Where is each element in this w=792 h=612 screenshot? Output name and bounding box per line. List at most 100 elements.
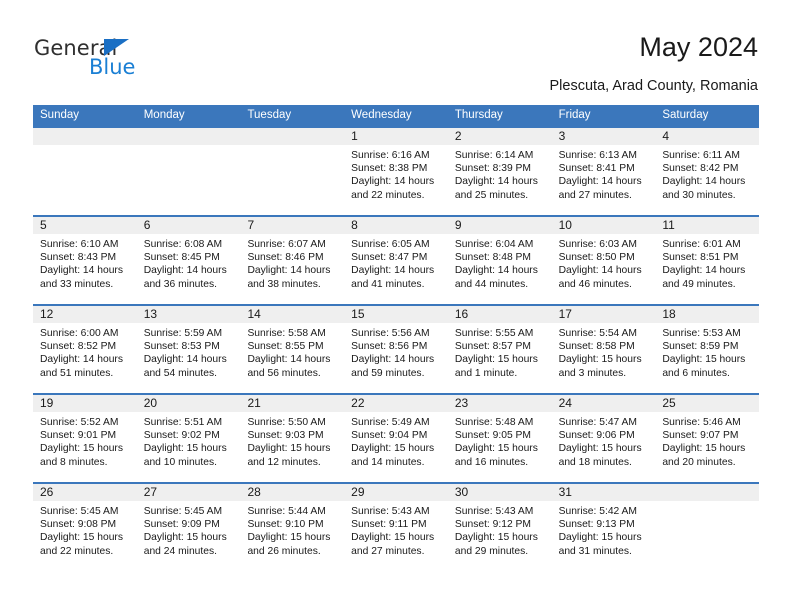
day-number: 4 (662, 129, 669, 143)
sunrise-text: Sunrise: 5:46 AM (662, 417, 741, 428)
logo-text-blue: Blue (89, 55, 136, 79)
day-number-band: 26 (33, 484, 137, 501)
daylight-text: Daylight: 14 hours and 56 minutes. (247, 354, 331, 379)
daylight-text: Daylight: 14 hours and 44 minutes. (454, 265, 538, 290)
calendar-day-cell[interactable]: 1 Sunrise: 6:16 AM Sunset: 8:38 PM Dayli… (344, 128, 448, 215)
day-number: 13 (143, 307, 158, 321)
calendar-day-cell[interactable]: 14 Sunrise: 5:58 AM Sunset: 8:55 PM Dayl… (240, 306, 345, 393)
calendar-day-cell[interactable]: 11 Sunrise: 6:01 AM Sunset: 8:51 PM Dayl… (655, 217, 760, 304)
calendar-day-cell[interactable]: 12 Sunrise: 6:00 AM Sunset: 8:52 PM Dayl… (33, 306, 137, 393)
calendar-day-cell[interactable]: 31 Sunrise: 5:42 AM Sunset: 9:13 PM Dayl… (551, 484, 656, 571)
day-details: Sunrise: 6:11 AM Sunset: 8:42 PM Dayligh… (655, 145, 759, 202)
sunrise-text: Sunrise: 5:52 AM (40, 417, 119, 428)
calendar-day-cell[interactable]: 7 Sunrise: 6:07 AM Sunset: 8:46 PM Dayli… (240, 217, 345, 304)
sunrise-text: Sunrise: 5:45 AM (40, 506, 119, 517)
day-number: 11 (662, 218, 675, 232)
sunset-text: Sunset: 9:08 PM (40, 519, 117, 531)
calendar-day-cell[interactable]: 18 Sunrise: 5:53 AM Sunset: 8:59 PM Dayl… (655, 306, 760, 393)
calendar-day-cell[interactable]: 27 Sunrise: 5:45 AM Sunset: 9:09 PM Dayl… (136, 484, 241, 571)
sunrise-text: Sunrise: 5:53 AM (662, 328, 741, 339)
day-details: Sunrise: 5:52 AM Sunset: 9:01 PM Dayligh… (33, 412, 137, 469)
calendar-day-cell[interactable]: 23 Sunrise: 5:48 AM Sunset: 9:05 PM Dayl… (447, 395, 552, 482)
sunset-text: Sunset: 9:10 PM (247, 519, 324, 531)
sunrise-text: Sunrise: 5:55 AM (454, 328, 534, 339)
sunrise-text: Sunrise: 5:56 AM (351, 328, 430, 339)
day-number: 19 (40, 396, 54, 410)
day-number: 1 (351, 129, 358, 143)
day-number: 3 (558, 129, 566, 143)
general-blue-logo[interactable]: General Blue (34, 36, 244, 88)
day-details: Sunrise: 5:59 AM Sunset: 8:53 PM Dayligh… (137, 323, 241, 380)
calendar-day-cell[interactable]: 22 Sunrise: 5:49 AM Sunset: 9:04 PM Dayl… (344, 395, 448, 482)
calendar-day-cell[interactable]: 24 Sunrise: 5:47 AM Sunset: 9:06 PM Dayl… (551, 395, 656, 482)
sunrise-text: Sunrise: 5:58 AM (247, 328, 326, 339)
calendar-day-cell[interactable]: 8 Sunrise: 6:05 AM Sunset: 8:47 PM Dayli… (344, 217, 448, 304)
sunset-text: Sunset: 8:45 PM (143, 252, 220, 264)
calendar-day-cell (240, 128, 345, 215)
sunrise-text: Sunrise: 6:05 AM (351, 239, 430, 250)
day-number-band: 16 (447, 306, 552, 323)
calendar-day-cell[interactable]: 16 Sunrise: 5:55 AM Sunset: 8:57 PM Dayl… (447, 306, 552, 393)
sunrise-text: Sunrise: 5:59 AM (143, 328, 223, 339)
calendar-day-cell[interactable]: 9 Sunrise: 6:04 AM Sunset: 8:48 PM Dayli… (447, 217, 552, 304)
day-number: 15 (351, 307, 365, 321)
day-number-band: 21 (240, 395, 345, 412)
calendar-day-cell[interactable]: 21 Sunrise: 5:50 AM Sunset: 9:03 PM Dayl… (240, 395, 345, 482)
calendar-day-cell[interactable]: 26 Sunrise: 5:45 AM Sunset: 9:08 PM Dayl… (33, 484, 137, 571)
sunrise-text: Sunrise: 6:16 AM (351, 150, 430, 161)
daylight-text: Daylight: 15 hours and 12 minutes. (247, 443, 331, 468)
calendar-week-row: 12 Sunrise: 6:00 AM Sunset: 8:52 PM Dayl… (33, 304, 760, 393)
calendar-day-cell[interactable]: 3 Sunrise: 6:13 AM Sunset: 8:41 PM Dayli… (551, 128, 656, 215)
day-details: Sunrise: 5:47 AM Sunset: 9:06 PM Dayligh… (552, 412, 656, 469)
day-number-band: 22 (344, 395, 448, 412)
calendar-day-cell[interactable]: 2 Sunrise: 6:14 AM Sunset: 8:39 PM Dayli… (447, 128, 552, 215)
sunrise-text: Sunrise: 5:45 AM (143, 506, 223, 517)
calendar-day-cell[interactable]: 28 Sunrise: 5:44 AM Sunset: 9:10 PM Dayl… (240, 484, 345, 571)
sunset-text: Sunset: 8:42 PM (662, 163, 739, 175)
calendar-day-cell[interactable]: 25 Sunrise: 5:46 AM Sunset: 9:07 PM Dayl… (655, 395, 760, 482)
daylight-text: Daylight: 14 hours and 30 minutes. (662, 176, 746, 201)
sunrise-text: Sunrise: 6:04 AM (454, 239, 534, 250)
sunrise-text: Sunrise: 6:10 AM (40, 239, 119, 250)
calendar-day-cell[interactable]: 30 Sunrise: 5:43 AM Sunset: 9:12 PM Dayl… (447, 484, 552, 571)
day-number-band: 4 (655, 128, 760, 145)
day-number-band: 27 (136, 484, 241, 501)
calendar-day-cell[interactable]: 6 Sunrise: 6:08 AM Sunset: 8:45 PM Dayli… (136, 217, 241, 304)
sunrise-text: Sunrise: 5:44 AM (247, 506, 326, 517)
day-details: Sunrise: 5:58 AM Sunset: 8:55 PM Dayligh… (240, 323, 344, 380)
day-details (33, 145, 137, 149)
day-number: 14 (247, 307, 261, 321)
calendar-day-cell[interactable]: 17 Sunrise: 5:54 AM Sunset: 8:58 PM Dayl… (551, 306, 656, 393)
calendar-day-cell[interactable]: 15 Sunrise: 5:56 AM Sunset: 8:56 PM Dayl… (344, 306, 448, 393)
calendar-week-row: 19 Sunrise: 5:52 AM Sunset: 9:01 PM Dayl… (33, 393, 760, 482)
day-details: Sunrise: 6:03 AM Sunset: 8:50 PM Dayligh… (552, 234, 656, 291)
daylight-text: Daylight: 14 hours and 49 minutes. (662, 265, 746, 290)
day-number: 27 (143, 485, 158, 499)
calendar-day-cell[interactable]: 5 Sunrise: 6:10 AM Sunset: 8:43 PM Dayli… (33, 217, 137, 304)
daylight-text: Daylight: 15 hours and 8 minutes. (40, 443, 123, 468)
day-number-band: 15 (344, 306, 448, 323)
day-number-band: 8 (344, 217, 448, 234)
day-number: 9 (454, 218, 462, 232)
calendar-day-cell[interactable]: 4 Sunrise: 6:11 AM Sunset: 8:42 PM Dayli… (655, 128, 760, 215)
day-details: Sunrise: 5:50 AM Sunset: 9:03 PM Dayligh… (240, 412, 344, 469)
sunset-text: Sunset: 8:50 PM (558, 252, 635, 264)
day-details: Sunrise: 6:04 AM Sunset: 8:48 PM Dayligh… (448, 234, 552, 291)
day-details: Sunrise: 6:14 AM Sunset: 8:39 PM Dayligh… (448, 145, 552, 202)
day-number-band (655, 484, 760, 501)
calendar-day-cell[interactable]: 20 Sunrise: 5:51 AM Sunset: 9:02 PM Dayl… (136, 395, 241, 482)
day-number: 29 (351, 485, 365, 499)
calendar-day-cell[interactable]: 13 Sunrise: 5:59 AM Sunset: 8:53 PM Dayl… (136, 306, 241, 393)
daylight-text: Daylight: 15 hours and 29 minutes. (454, 532, 538, 557)
day-number: 20 (143, 396, 158, 410)
day-number: 24 (558, 396, 572, 410)
day-details: Sunrise: 5:49 AM Sunset: 9:04 PM Dayligh… (344, 412, 448, 469)
sunrise-text: Sunrise: 6:00 AM (40, 328, 119, 339)
day-number-band: 30 (447, 484, 552, 501)
sunset-text: Sunset: 8:43 PM (40, 252, 117, 264)
sunrise-text: Sunrise: 6:01 AM (662, 239, 741, 250)
calendar-day-cell[interactable]: 19 Sunrise: 5:52 AM Sunset: 9:01 PM Dayl… (33, 395, 137, 482)
calendar-day-cell[interactable]: 29 Sunrise: 5:43 AM Sunset: 9:11 PM Dayl… (344, 484, 448, 571)
calendar-day-cell[interactable]: 10 Sunrise: 6:03 AM Sunset: 8:50 PM Dayl… (551, 217, 656, 304)
weekday-header-monday: Monday (143, 109, 185, 121)
